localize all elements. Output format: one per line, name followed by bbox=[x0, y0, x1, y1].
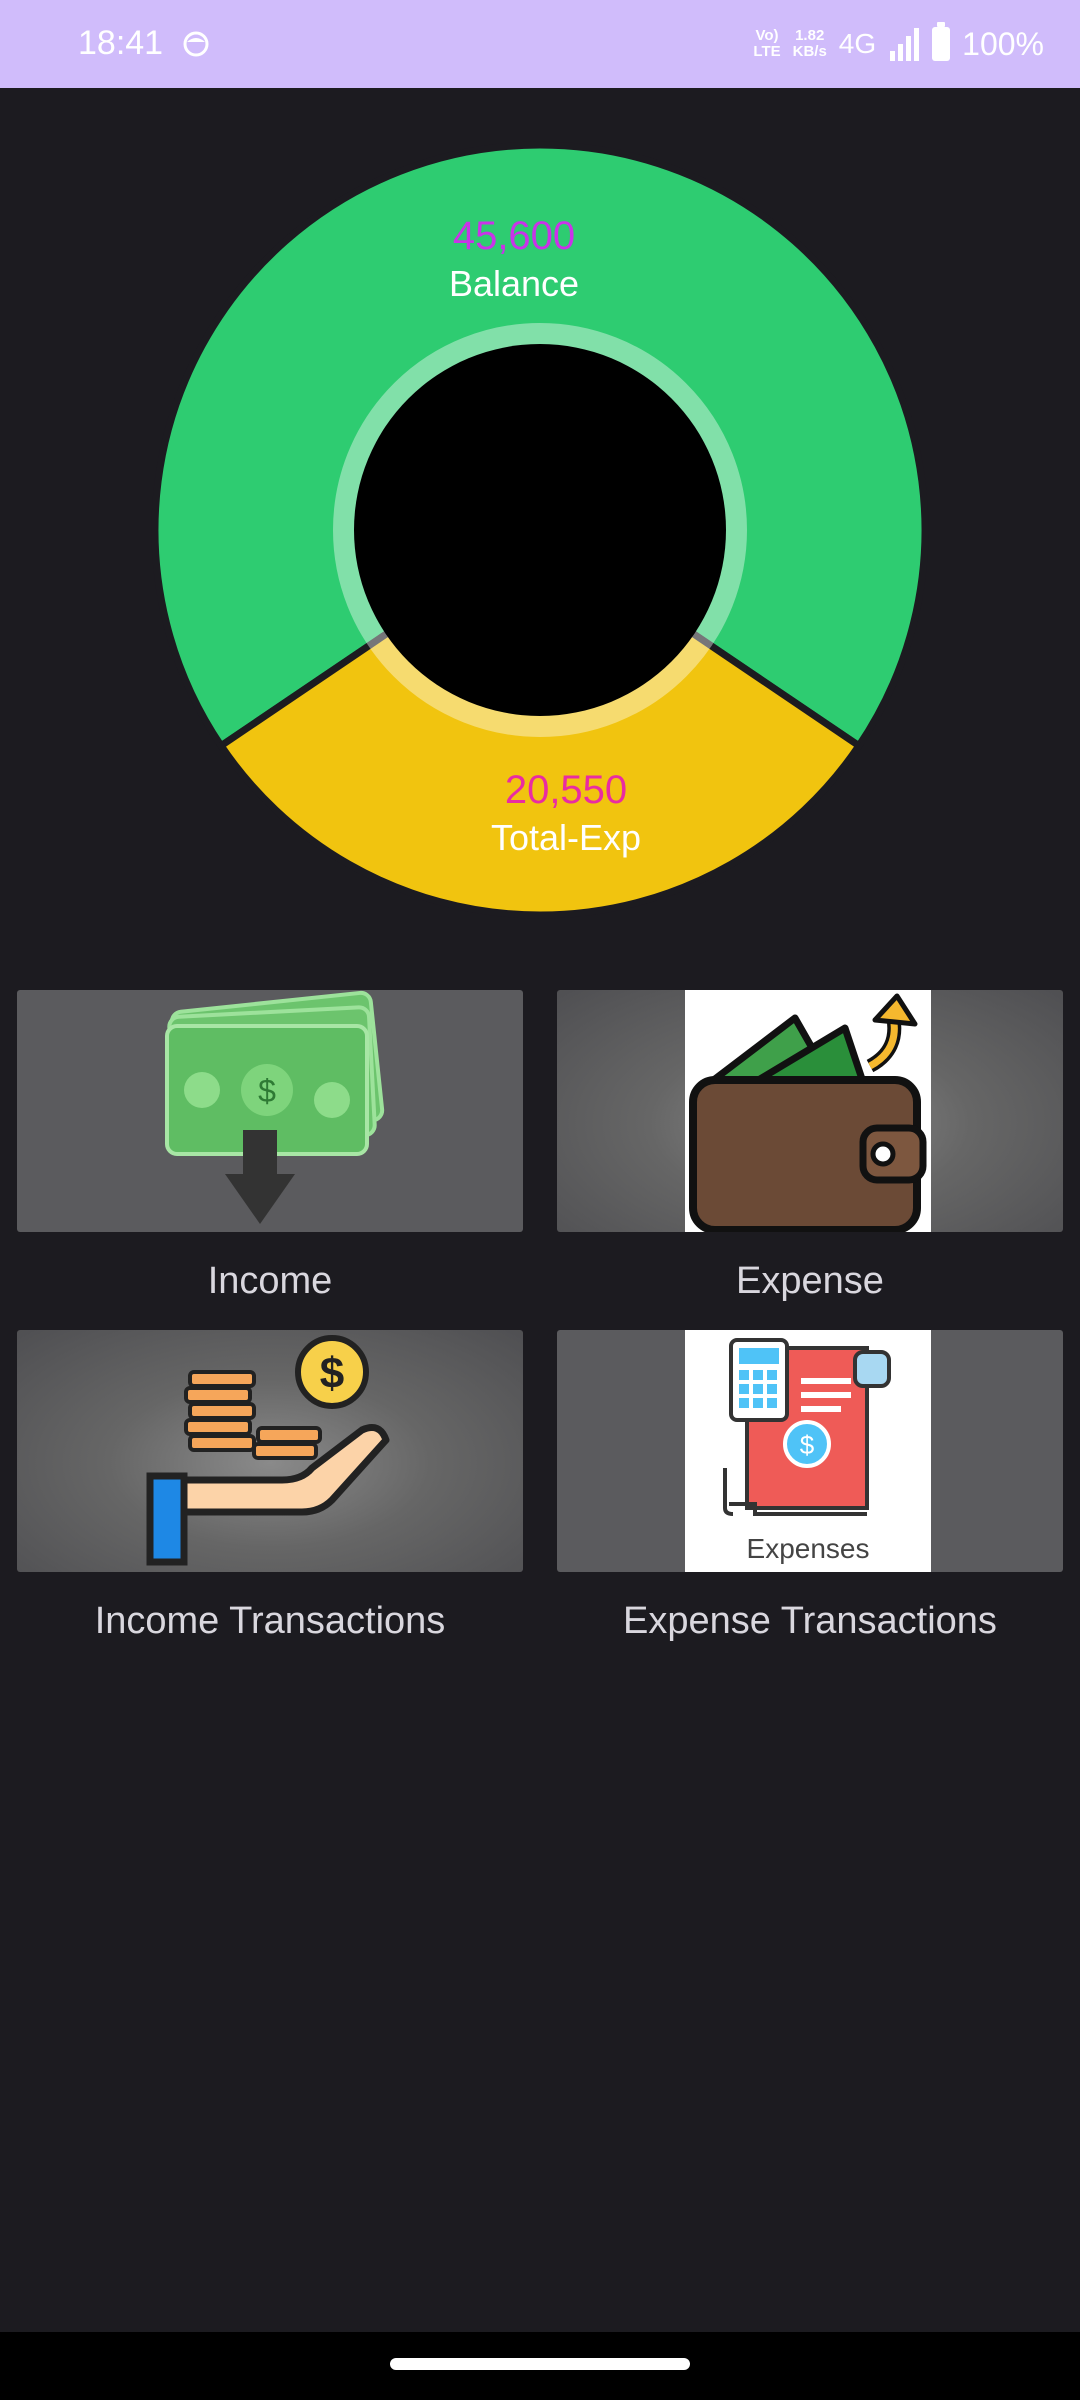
expense-label: Expense bbox=[736, 1260, 884, 1302]
balance-expense-chart[interactable]: 45,600 Balance 20,550 Total-Exp bbox=[140, 130, 940, 930]
svg-text:$: $ bbox=[800, 1430, 815, 1460]
expenses-image-text: Expenses bbox=[747, 1533, 870, 1564]
income-label: Income bbox=[207, 1260, 333, 1302]
income-transactions-card[interactable]: $ bbox=[17, 1330, 523, 1572]
battery-percent: 100% bbox=[962, 25, 1044, 62]
notification-icon bbox=[183, 31, 209, 57]
data-speed: 1.82 KB/s bbox=[792, 27, 827, 60]
status-bar: 18:41 Vo) LTE 1.82 KB/s 4G 100% bbox=[0, 0, 1080, 88]
expense-transactions-card[interactable]: $ Expenses bbox=[557, 1330, 1063, 1572]
svg-text:$: $ bbox=[320, 1349, 344, 1398]
navigation-bar bbox=[0, 2332, 1080, 2400]
status-time: 18:41 bbox=[78, 24, 164, 62]
battery-icon bbox=[932, 22, 951, 61]
volte-icon: Vo) LTE bbox=[753, 27, 781, 60]
money-down-icon: $ bbox=[165, 990, 385, 1224]
total-exp-value: 20,550 bbox=[505, 768, 627, 812]
balance-value: 45,600 bbox=[453, 214, 575, 258]
network-type: 4G bbox=[838, 28, 877, 59]
coins-hand-icon: $ bbox=[146, 1335, 390, 1566]
income-card[interactable]: $ bbox=[17, 990, 523, 1232]
donut-hole bbox=[354, 344, 726, 716]
home-indicator[interactable] bbox=[390, 2358, 690, 2370]
svg-text:$: $ bbox=[258, 1073, 276, 1109]
income-transactions-label: Income Transactions bbox=[94, 1600, 446, 1642]
balance-label: Balance bbox=[449, 263, 579, 304]
signal-icon bbox=[890, 28, 920, 61]
expenses-receipt-icon: $ Expenses bbox=[685, 1330, 931, 1572]
expense-card[interactable] bbox=[557, 990, 1063, 1232]
total-exp-label: Total-Exp bbox=[491, 817, 641, 858]
expense-transactions-label: Expense Transactions bbox=[623, 1600, 997, 1642]
wallet-icon bbox=[685, 990, 931, 1232]
